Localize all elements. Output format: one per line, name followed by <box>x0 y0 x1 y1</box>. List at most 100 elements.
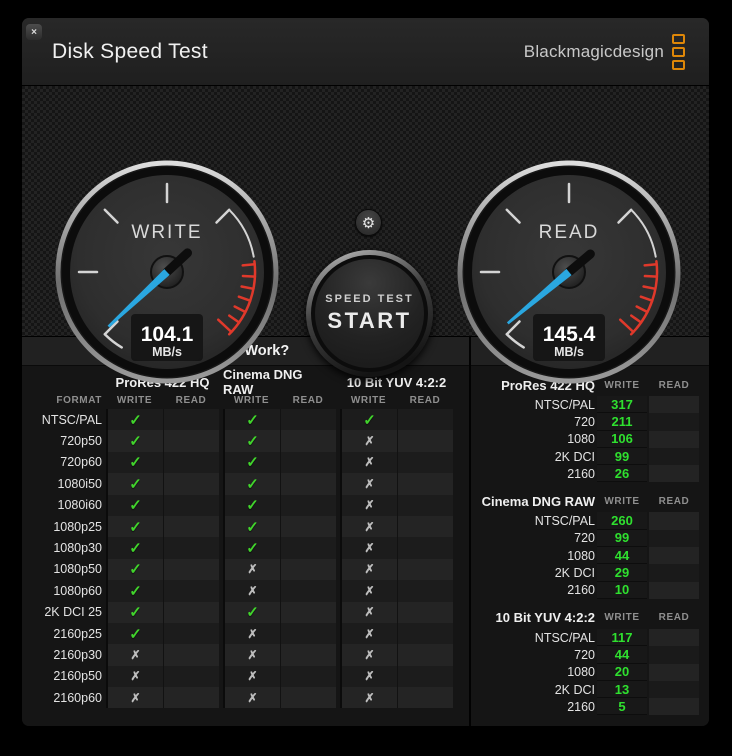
check-icon: ✓ <box>129 625 142 643</box>
format-label: 1080 <box>567 432 595 447</box>
cross-icon: ✗ <box>364 434 375 449</box>
check-icon: ✓ <box>246 604 259 622</box>
close-button[interactable]: × <box>26 24 42 40</box>
format-label: 720 <box>574 647 595 662</box>
check-icon: ✓ <box>246 475 259 493</box>
read-speed-value <box>649 413 699 431</box>
read-support-cell <box>397 515 453 538</box>
write-support-cell: ✗ <box>340 451 397 474</box>
read-speed-value <box>649 529 699 548</box>
read-support-cell <box>397 409 453 431</box>
read-support-cell <box>280 665 336 688</box>
write-speed-value: 106 <box>597 430 647 448</box>
cross-icon: ✗ <box>130 669 141 684</box>
write-support-cell: ✗ <box>340 687 397 709</box>
read-support-cell <box>163 665 219 688</box>
write-support-cell: ✗ <box>340 473 397 495</box>
write-support-cell: ✓ <box>106 580 163 602</box>
read-speed-value <box>649 663 699 681</box>
read-support-cell <box>280 451 336 474</box>
write-support-cell: ✗ <box>106 665 163 688</box>
cross-icon: ✗ <box>364 647 375 662</box>
write-support-cell: ✓ <box>223 451 280 474</box>
write-support-cell: ✓ <box>223 473 280 495</box>
cross-icon: ✗ <box>247 562 258 577</box>
how-fast-section: 10 Bit YUV 4:2:2 WRITE READ NTSC/PAL 117 720 4… <box>471 607 709 716</box>
read-speed-value <box>649 430 699 448</box>
format-label: 1080 <box>567 665 595 680</box>
write-support-cell: ✗ <box>340 515 397 538</box>
write-support-cell: ✗ <box>223 622 280 645</box>
cross-icon: ✗ <box>247 690 258 705</box>
read-speed-value <box>649 447 699 466</box>
read-column-header: READ <box>658 495 690 507</box>
gauge-area: WRITE 104.1 MB/s READ 145.4 MB/s ⚙ SPEED… <box>22 86 709 384</box>
write-speed-value: 99 <box>597 529 647 548</box>
format-label: 2160 <box>567 466 595 481</box>
write-support-cell: ✗ <box>106 644 163 666</box>
cross-icon: ✗ <box>130 647 141 662</box>
write-support-cell: ✗ <box>340 644 397 666</box>
read-speed-value <box>649 465 699 483</box>
blackmagic-logo-icon <box>672 34 685 70</box>
format-label: NTSC/PAL <box>534 514 595 529</box>
gauge-value: 145.4 <box>543 323 596 346</box>
format-label: 2K DCI <box>554 682 595 697</box>
read-support-cell <box>163 601 219 623</box>
how-fast-panel: How Fast? ProRes 422 HQWRITEREADNTSC/PAL… <box>469 337 709 726</box>
write-speed-value: 317 <box>597 396 647 414</box>
write-support-cell: ✗ <box>223 644 280 666</box>
cross-icon: ✗ <box>364 498 375 513</box>
cross-icon: ✗ <box>247 583 258 598</box>
app-title: Disk Speed Test <box>52 40 208 63</box>
read-support-cell <box>280 622 336 645</box>
results-panels: Will It Work? ProRes 422 HQ Cinema DNG R… <box>22 336 709 726</box>
write-support-cell: ✗ <box>340 601 397 623</box>
cross-icon: ✗ <box>364 455 375 470</box>
write-support-cell: ✗ <box>223 665 280 688</box>
check-icon: ✓ <box>246 518 259 536</box>
read-support-cell <box>280 601 336 623</box>
format-label: 2K DCI <box>554 566 595 581</box>
read-support-cell <box>397 473 453 495</box>
will-it-work-panel: Will It Work? ProRes 422 HQ Cinema DNG R… <box>22 337 469 726</box>
read-support-cell <box>397 430 453 452</box>
write-support-cell: ✗ <box>340 430 397 452</box>
format-label: 1080p50 <box>53 562 102 577</box>
cross-icon: ✗ <box>364 669 375 684</box>
write-support-cell: ✗ <box>340 558 397 581</box>
read-column-header: READ <box>409 395 441 406</box>
settings-gear-button[interactable]: ⚙ <box>355 209 382 236</box>
write-speed-value: 260 <box>597 512 647 530</box>
write-speed-value: 5 <box>597 698 647 716</box>
read-support-cell <box>163 515 219 538</box>
cross-icon: ✗ <box>364 605 375 620</box>
read-support-cell <box>163 580 219 602</box>
write-column-header: WRITE <box>116 395 153 406</box>
write-support-cell: ✗ <box>340 537 397 559</box>
check-icon: ✓ <box>129 454 142 472</box>
write-support-cell: ✓ <box>223 494 280 516</box>
format-label: 1080p30 <box>53 541 102 556</box>
read-speed-value <box>649 564 699 582</box>
gauge-value: 104.1 <box>141 323 194 346</box>
write-column-header: WRITE <box>233 395 270 406</box>
format-label: 2160p50 <box>53 669 102 684</box>
write-support-cell: ✗ <box>223 687 280 709</box>
check-icon: ✓ <box>246 454 259 472</box>
check-icon: ✓ <box>129 475 142 493</box>
format-label: NTSC/PAL <box>41 412 102 427</box>
format-label: 1080p60 <box>53 583 102 598</box>
read-support-cell <box>280 537 336 559</box>
write-support-cell: ✓ <box>223 515 280 538</box>
format-label: 2160 <box>567 699 595 714</box>
write-support-cell: ✗ <box>223 558 280 581</box>
check-icon: ✓ <box>129 604 142 622</box>
read-support-cell <box>397 451 453 474</box>
format-label: 2K DCI 25 <box>44 605 102 620</box>
start-button[interactable]: SPEED TEST START <box>306 250 433 377</box>
how-fast-table: ProRes 422 HQ WRITE READ NTSC/PAL 317 720 211 1… <box>471 366 709 716</box>
write-speed-value: 10 <box>597 581 647 599</box>
write-support-cell: ✗ <box>340 665 397 688</box>
check-icon: ✓ <box>129 497 142 515</box>
